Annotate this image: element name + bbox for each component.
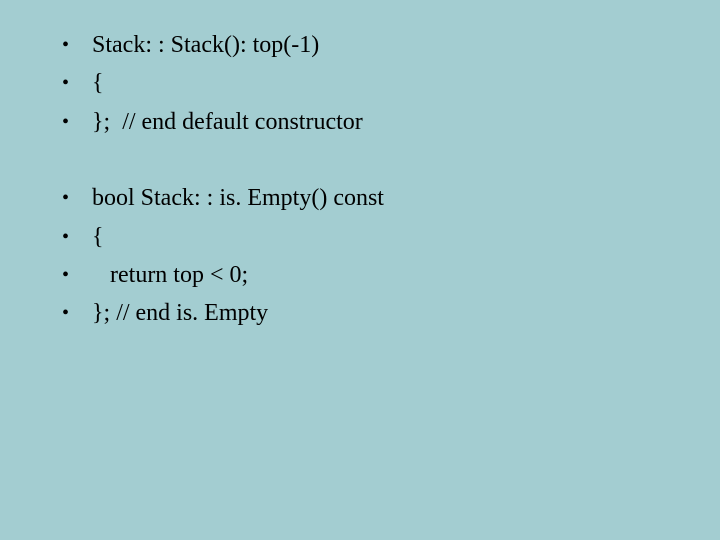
code-line: }; // end default constructor xyxy=(50,103,670,141)
bullet-list: Stack: : Stack(): top(-1) { }; // end de… xyxy=(50,26,670,141)
spacer xyxy=(50,141,670,179)
code-line: return top < 0; xyxy=(50,256,670,294)
slide-body: Stack: : Stack(): top(-1) { }; // end de… xyxy=(0,0,720,333)
code-line: bool Stack: : is. Empty() const xyxy=(50,179,670,217)
bullet-list: bool Stack: : is. Empty() const { return… xyxy=(50,179,670,333)
code-line: { xyxy=(50,64,670,102)
code-line: }; // end is. Empty xyxy=(50,294,670,332)
code-line: Stack: : Stack(): top(-1) xyxy=(50,26,670,64)
code-line: { xyxy=(50,218,670,256)
